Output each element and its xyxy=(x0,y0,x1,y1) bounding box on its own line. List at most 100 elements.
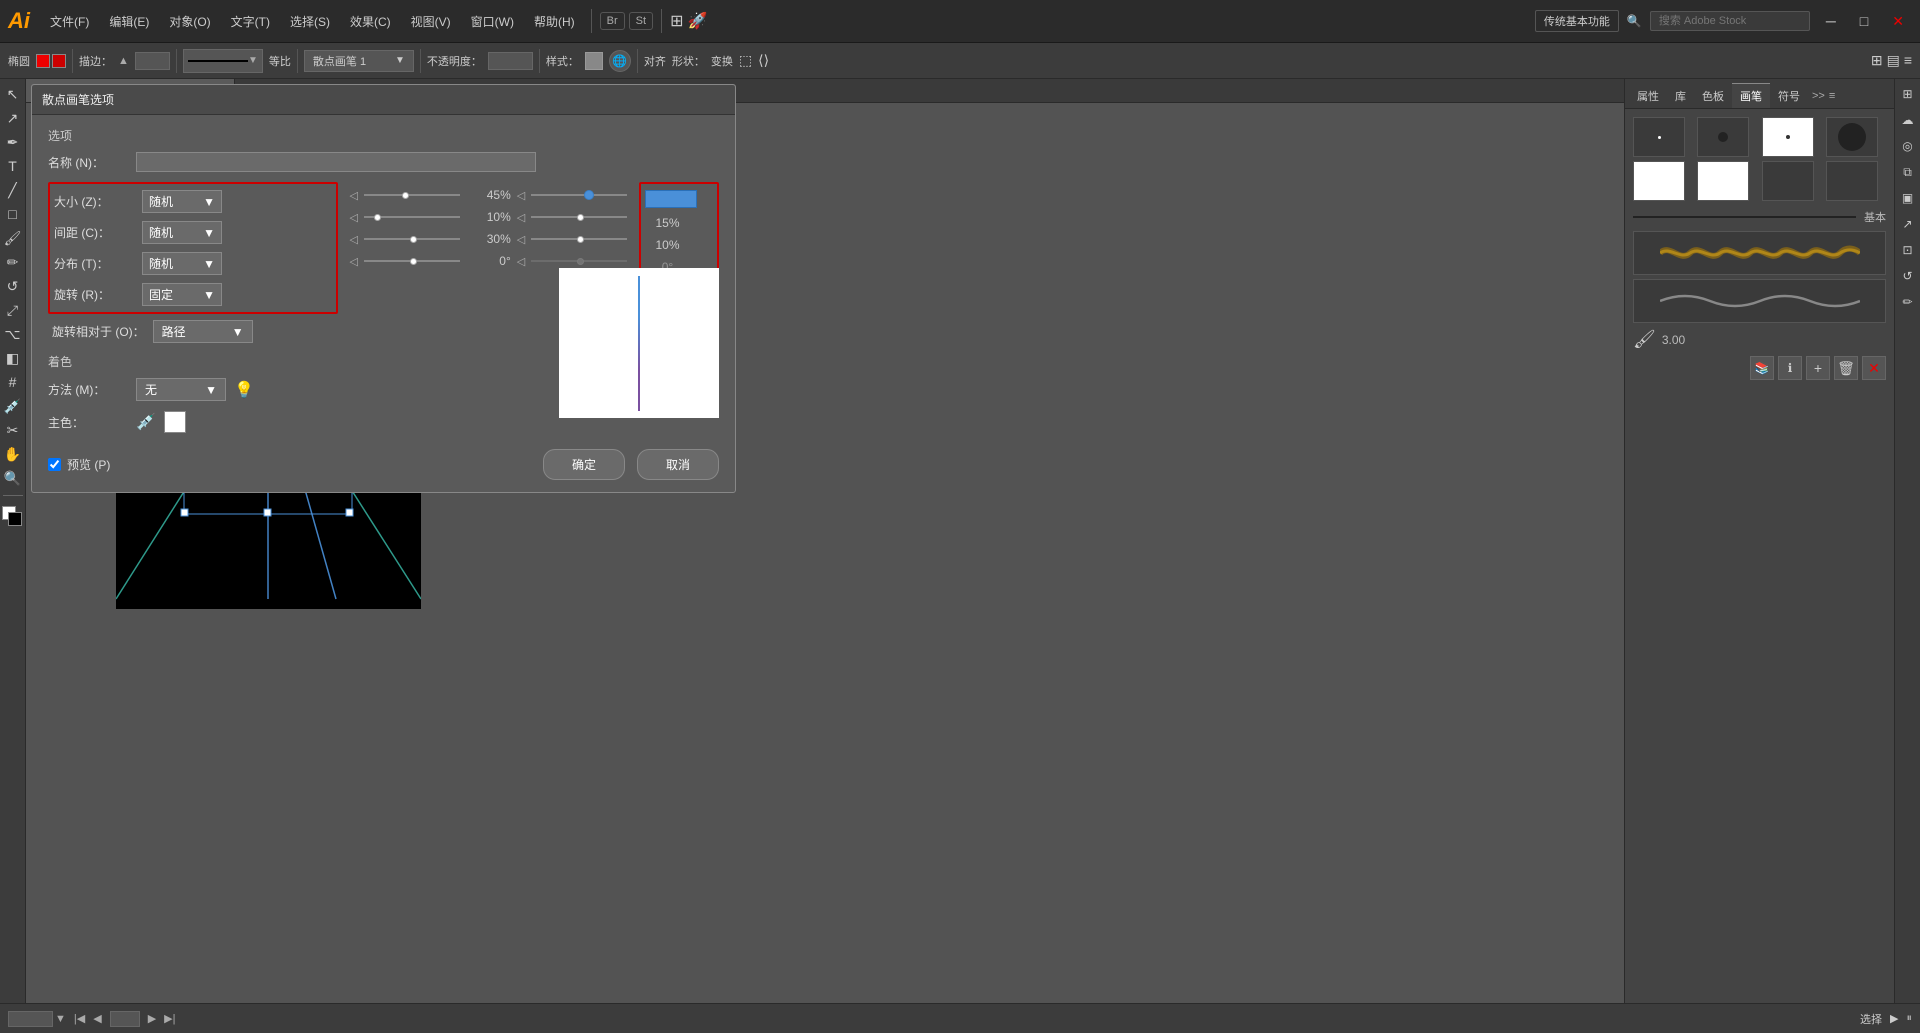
hand-tool[interactable]: ✋ xyxy=(2,443,24,465)
scissors-tool[interactable]: ✂ xyxy=(2,419,24,441)
stroke-style-dropdown[interactable]: ▼ xyxy=(183,49,263,73)
scatter-min-slider[interactable] xyxy=(364,238,460,240)
tab-symbols[interactable]: 符号 xyxy=(1770,84,1808,108)
fill-color-swatch[interactable] xyxy=(52,54,66,68)
spacing-max-slider[interactable] xyxy=(531,216,627,218)
cc-libraries-btn[interactable]: ☁ xyxy=(1897,109,1919,131)
brush-new-btn[interactable]: + xyxy=(1806,356,1830,380)
brush-cell-large[interactable] xyxy=(1826,117,1878,157)
blend-tool[interactable]: ⌥ xyxy=(2,323,24,345)
shape-tool[interactable]: □ xyxy=(2,203,24,225)
size-min-thumb[interactable] xyxy=(402,192,409,199)
menu-effect[interactable]: 效果(C) xyxy=(342,9,399,34)
layers-btn[interactable]: ⧉ xyxy=(1897,161,1919,183)
texture-brush-cell[interactable] xyxy=(1633,231,1886,275)
tab-brushes[interactable]: 画笔 xyxy=(1732,83,1770,108)
direct-select-tool[interactable]: ↗ xyxy=(2,107,24,129)
menu-edit[interactable]: 编辑(E) xyxy=(101,9,157,34)
distort-icon[interactable]: ⟨⟩ xyxy=(758,52,769,69)
tab-library[interactable]: 库 xyxy=(1667,84,1694,108)
preview-checkbox[interactable] xyxy=(48,458,61,471)
pencil-tool[interactable]: ✏ xyxy=(2,251,24,273)
tab-properties[interactable]: 属性 xyxy=(1629,84,1667,108)
export-btn[interactable]: ↗ xyxy=(1897,213,1919,235)
select-tool[interactable]: ↖ xyxy=(2,83,24,105)
gradient-tool[interactable]: ◧ xyxy=(2,347,24,369)
rotation-min-thumb[interactable] xyxy=(410,258,417,265)
grid-icon[interactable]: ⊞ xyxy=(670,11,683,31)
menu-window[interactable]: 窗口(W) xyxy=(463,9,522,34)
brush-cell-tiny[interactable] xyxy=(1633,117,1685,157)
eyedropper-icon[interactable]: 💉 xyxy=(136,412,156,432)
nav-next-btn[interactable]: ▶ xyxy=(148,1012,156,1025)
panel-expand-btn[interactable]: >> xyxy=(1812,90,1825,102)
brush-info-btn[interactable]: ℹ xyxy=(1778,356,1802,380)
stroke-value-input[interactable]: 1 pt xyxy=(135,52,170,70)
grid-view-icon[interactable]: ⊞ xyxy=(1871,52,1883,69)
stop-btn[interactable]: ⏸ xyxy=(1907,1012,1913,1025)
size-dropdown[interactable]: 随机 ▼ xyxy=(142,190,222,213)
rotation-max-thumb[interactable] xyxy=(577,258,584,265)
artboards-btn[interactable]: ▣ xyxy=(1897,187,1919,209)
play-btn[interactable]: ▶ xyxy=(1890,1012,1898,1025)
size-max-thumb[interactable] xyxy=(584,190,594,200)
stroke-color-swatch[interactable] xyxy=(36,54,50,68)
scatter-max-thumb[interactable] xyxy=(577,236,584,243)
history-btn[interactable]: ↺ xyxy=(1897,265,1919,287)
minimize-btn[interactable]: ─ xyxy=(1818,11,1844,31)
scatter-max-slider[interactable] xyxy=(531,238,627,240)
brush-dropdown[interactable]: 散点画笔 1 ▼ xyxy=(304,50,414,72)
close-btn[interactable]: ✕ xyxy=(1884,11,1912,32)
confirm-button[interactable]: 确定 xyxy=(543,449,625,480)
rotation-max-slider[interactable] xyxy=(531,260,627,262)
menu-select[interactable]: 选择(S) xyxy=(282,9,338,34)
scatter-dropdown[interactable]: 随机 ▼ xyxy=(142,252,222,275)
brush-cell-small[interactable] xyxy=(1697,117,1749,157)
brush-cell-white1[interactable] xyxy=(1633,161,1685,201)
brush-tool[interactable]: 🖌 xyxy=(2,227,24,249)
properties-panel-btn[interactable]: ⊞ xyxy=(1897,83,1919,105)
menu-help[interactable]: 帮助(H) xyxy=(526,9,583,34)
nav-prev-btn[interactable]: ◀ xyxy=(93,1012,101,1025)
spacing-max-thumb[interactable] xyxy=(577,214,584,221)
stroke-up-arrow[interactable]: ▲ xyxy=(118,55,129,67)
menu-view[interactable]: 视图(V) xyxy=(403,9,459,34)
spacing-dropdown[interactable]: 随机 ▼ xyxy=(142,221,222,244)
mesh-tool[interactable]: # xyxy=(2,371,24,393)
menu-object[interactable]: 对象(O) xyxy=(161,9,218,34)
spacing-min-thumb[interactable] xyxy=(374,214,381,221)
scatter-min-thumb[interactable] xyxy=(410,236,417,243)
rotate-tool[interactable]: ↺ xyxy=(2,275,24,297)
appearance-btn[interactable]: ◎ xyxy=(1897,135,1919,157)
brush-library-btn[interactable]: 📚 xyxy=(1750,356,1774,380)
method-dropdown[interactable]: 无 ▼ xyxy=(136,378,226,401)
globe-btn[interactable]: 🌐 xyxy=(609,50,631,72)
bridge-btn[interactable]: Br xyxy=(600,12,625,30)
key-color-swatch[interactable] xyxy=(164,411,186,433)
panel-menu-btn[interactable]: ≡ xyxy=(1829,90,1835,102)
nav-next-next-btn[interactable]: ▶| xyxy=(164,1012,175,1025)
cancel-button[interactable]: 取消 xyxy=(637,449,719,480)
size-max-input[interactable]: 60% xyxy=(645,190,697,208)
rocket-icon[interactable]: 🚀 xyxy=(687,11,707,31)
line-tool[interactable]: ╱ xyxy=(2,179,24,201)
rotation-relative-dropdown[interactable]: 路径 ▼ xyxy=(153,320,253,343)
brush-cell-dark2[interactable] xyxy=(1826,161,1878,201)
brush-cell-dark1[interactable] xyxy=(1762,161,1814,201)
stroke-box[interactable] xyxy=(8,512,22,526)
size-min-slider[interactable] xyxy=(364,194,460,196)
size-max-slider[interactable] xyxy=(531,194,627,196)
expand-icon[interactable]: ≡ xyxy=(1904,52,1912,69)
wavy-brush-cell[interactable] xyxy=(1633,279,1886,323)
rotation-dropdown[interactable]: 固定 ▼ xyxy=(142,283,222,306)
brush-cell-white2[interactable] xyxy=(1697,161,1749,201)
opacity-input[interactable]: 100% xyxy=(488,52,533,70)
transform-panel-btn[interactable]: ⊡ xyxy=(1897,239,1919,261)
fill-stroke-widget[interactable] xyxy=(2,506,24,528)
brush-cell-medium[interactable] xyxy=(1762,117,1814,157)
brush-delete-btn[interactable]: 🗑 xyxy=(1834,356,1858,380)
brush-close-btn[interactable]: ✕ xyxy=(1862,356,1886,380)
brush-name-input[interactable]: 散点画笔 1 xyxy=(136,152,536,172)
hint-icon[interactable]: 💡 xyxy=(234,380,254,400)
panel-icon[interactable]: ▤ xyxy=(1887,52,1900,69)
